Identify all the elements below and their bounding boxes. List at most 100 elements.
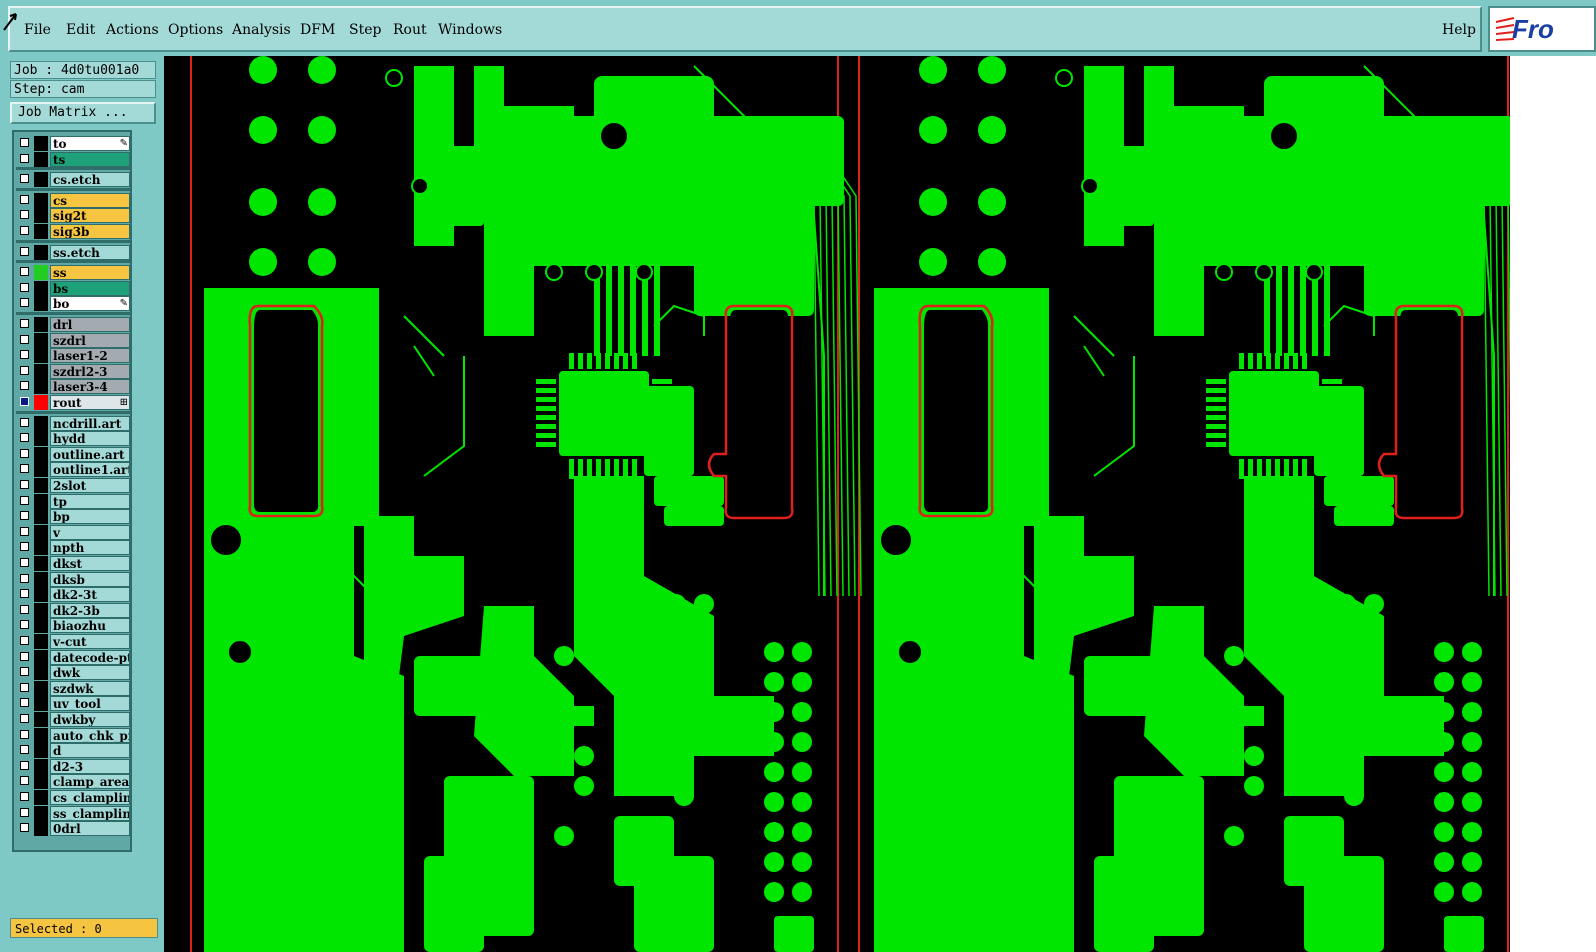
layer-color-indicator[interactable] <box>34 280 48 296</box>
layer-checkbox[interactable] <box>20 397 29 406</box>
layer-row[interactable]: datecode-pte <box>16 649 130 665</box>
layer-row[interactable]: bp <box>16 509 130 525</box>
layer-name[interactable]: biaozhu <box>50 618 130 634</box>
layer-color-indicator[interactable] <box>34 446 48 462</box>
menu-dfm[interactable]: DFM <box>300 22 335 38</box>
layer-checkbox[interactable] <box>20 495 29 505</box>
layer-checkbox[interactable] <box>20 604 29 614</box>
menu-help[interactable]: Help <box>1442 22 1476 38</box>
layer-checkbox[interactable] <box>20 334 29 344</box>
layer-checkbox[interactable] <box>20 823 29 833</box>
layer-checkbox[interactable] <box>20 636 29 645</box>
layer-name[interactable]: ncdrill.art <box>50 415 130 431</box>
layer-checkbox[interactable] <box>20 417 29 427</box>
layer-checkbox[interactable] <box>20 776 29 786</box>
layer-checkbox[interactable] <box>20 667 29 677</box>
layer-color-indicator[interactable] <box>34 540 48 556</box>
layer-color-indicator[interactable] <box>34 712 48 727</box>
layer-row[interactable]: to ✎ <box>16 136 130 151</box>
layer-name[interactable]: sig3b <box>50 224 130 239</box>
layer-checkbox[interactable] <box>20 282 29 292</box>
layer-checkbox[interactable] <box>20 350 29 360</box>
layer-row[interactable]: dkst <box>16 556 130 571</box>
layer-color-indicator[interactable] <box>34 348 48 364</box>
layer-name[interactable]: bs <box>50 280 130 296</box>
layer-row[interactable]: d2-3 <box>16 758 130 774</box>
layer-color-indicator[interactable] <box>34 415 48 431</box>
layer-row[interactable]: ts <box>16 151 130 167</box>
menu-options[interactable]: Options <box>168 22 223 38</box>
layer-name[interactable]: dwk <box>50 665 130 681</box>
layer-name[interactable]: szdrl2-3 <box>50 363 130 379</box>
layer-name[interactable]: v-cut <box>50 634 130 649</box>
layer-row[interactable]: ss_clampline <box>16 805 130 821</box>
layer-name[interactable]: v <box>50 524 130 540</box>
layer-color-indicator[interactable] <box>34 265 48 281</box>
layer-row[interactable]: dwk <box>16 665 130 681</box>
layer-name[interactable]: to <box>50 136 130 151</box>
layer-color-indicator[interactable] <box>34 244 48 260</box>
layer-name[interactable]: clamp_area <box>50 774 130 790</box>
layer-checkbox[interactable] <box>20 365 29 375</box>
layer-checkbox[interactable] <box>20 698 29 708</box>
layer-checkbox[interactable] <box>20 729 29 739</box>
layer-checkbox[interactable] <box>20 651 29 661</box>
layer-color-indicator[interactable] <box>34 363 48 379</box>
layer-row[interactable]: bs <box>16 280 130 296</box>
job-matrix-button[interactable]: Job Matrix ... <box>10 102 156 124</box>
layer-name[interactable]: d2-3 <box>50 758 130 774</box>
layer-row[interactable]: clamp_area <box>16 774 130 790</box>
menu-step[interactable]: Step <box>349 22 381 38</box>
layer-row[interactable]: ss.etch <box>16 244 130 260</box>
layer-name[interactable]: outline.art <box>50 446 130 462</box>
layer-checkbox[interactable] <box>20 807 29 817</box>
layer-color-indicator[interactable] <box>34 493 48 509</box>
layer-name[interactable]: sig2t <box>50 208 130 224</box>
layer-name[interactable]: bp <box>50 509 130 525</box>
layer-color-indicator[interactable] <box>34 556 48 571</box>
layer-name[interactable]: szdrl <box>50 332 130 348</box>
layer-checkbox[interactable] <box>20 589 29 599</box>
layer-color-indicator[interactable] <box>34 571 48 587</box>
layer-name[interactable]: npth <box>50 540 130 556</box>
layer-checkbox[interactable] <box>20 138 29 147</box>
layer-row[interactable]: cs.etch <box>16 172 130 188</box>
layer-checkbox[interactable] <box>20 194 29 204</box>
layer-name[interactable]: rout <box>50 395 130 410</box>
layer-row[interactable]: rout ⊞ <box>16 395 130 410</box>
layer-name[interactable]: dksb <box>50 571 130 587</box>
layer-checkbox[interactable] <box>20 760 29 770</box>
layer-color-indicator[interactable] <box>34 395 48 410</box>
layer-name[interactable]: outline1.art <box>50 462 130 478</box>
layer-color-indicator[interactable] <box>34 680 48 696</box>
layer-color-indicator[interactable] <box>34 821 48 837</box>
layer-row[interactable]: drl <box>16 317 130 332</box>
layer-checkbox[interactable] <box>20 153 29 163</box>
layer-row[interactable]: v-cut <box>16 634 130 649</box>
layer-name[interactable]: dk2-3t <box>50 587 130 603</box>
layer-checkbox[interactable] <box>20 792 29 801</box>
layer-row[interactable]: hydd <box>16 431 130 447</box>
layer-color-indicator[interactable] <box>34 192 48 208</box>
layer-name[interactable]: cs <box>50 192 130 208</box>
layer-name[interactable]: ts <box>50 151 130 167</box>
layer-color-indicator[interactable] <box>34 172 48 188</box>
layer-name[interactable]: d <box>50 743 130 759</box>
layer-checkbox[interactable] <box>20 174 29 184</box>
layer-row[interactable]: szdwk <box>16 680 130 696</box>
layer-checkbox[interactable] <box>20 267 29 277</box>
layer-color-indicator[interactable] <box>34 743 48 759</box>
layer-name[interactable]: drl <box>50 317 130 332</box>
layer-checkbox[interactable] <box>20 682 29 692</box>
layer-checkbox[interactable] <box>20 464 29 474</box>
layer-color-indicator[interactable] <box>34 758 48 774</box>
layer-color-indicator[interactable] <box>34 634 48 649</box>
layer-checkbox[interactable] <box>20 298 29 308</box>
layer-row[interactable]: szdrl2-3 <box>16 363 130 379</box>
layer-name[interactable]: dk2-3b <box>50 602 130 618</box>
layer-checkbox[interactable] <box>20 573 29 583</box>
layer-color-indicator[interactable] <box>34 431 48 447</box>
layer-name[interactable]: hydd <box>50 431 130 447</box>
layer-checkbox[interactable] <box>20 480 29 489</box>
layer-name[interactable]: laser1-2 <box>50 348 130 364</box>
